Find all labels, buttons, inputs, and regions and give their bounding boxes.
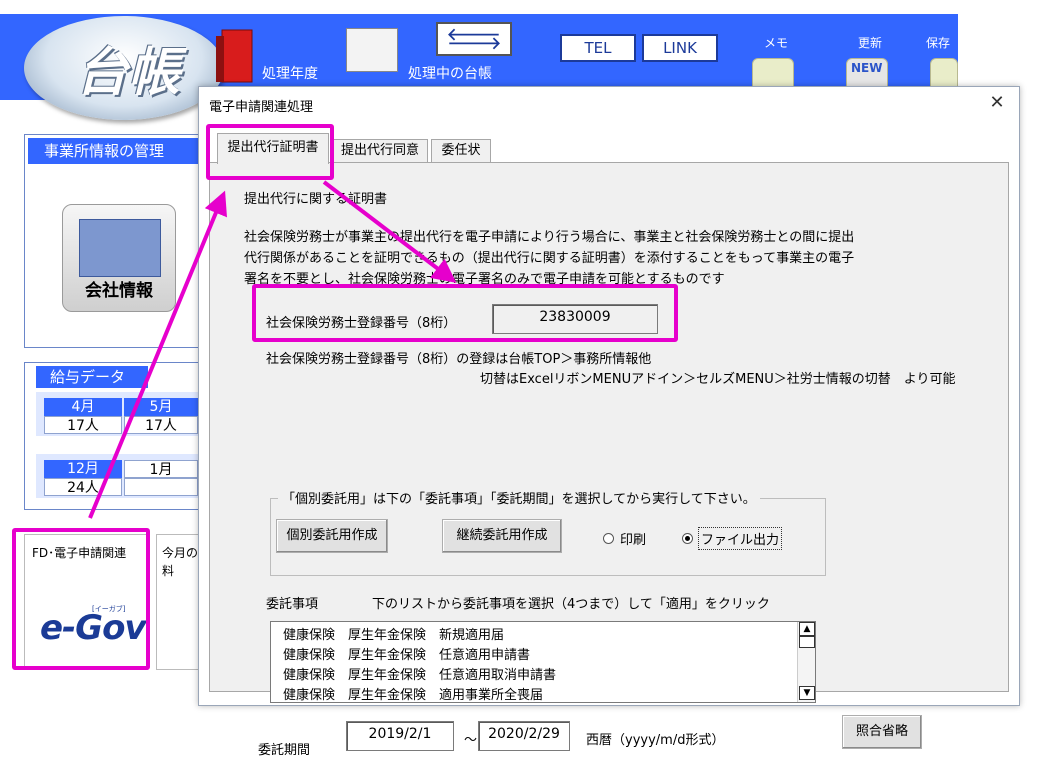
list-item[interactable]: 健康保険 厚生年金保険 任意適用取消申請書 (283, 664, 556, 683)
tab-submission-certificate[interactable]: 提出代行証明書 (217, 133, 329, 164)
registration-note: 社会保険労務士登録番号（8桁）の登録は台帳TOP＞事務所情報他 (266, 352, 652, 367)
continuous-create-button[interactable]: 継続委託用作成 (442, 519, 562, 553)
memo-label: メモ (764, 36, 789, 50)
month-cell[interactable]: 5月 (124, 398, 198, 416)
fd-label: FD･電子申請関連 (32, 546, 127, 560)
count-cell (124, 478, 198, 496)
print-radio-label[interactable]: 印刷 (620, 529, 646, 548)
section-heading: 提出代行に関する証明書 (244, 192, 388, 207)
period-start-field[interactable]: 2019/2/1 (346, 721, 454, 751)
egov-logo[interactable]: e-Gov (40, 608, 147, 648)
month-cell[interactable]: 1月 (124, 460, 198, 478)
period-format-hint: 西暦（yyyy/m/d形式） (586, 733, 725, 748)
listbox-scrollbar[interactable]: ▲ ▼ (797, 622, 815, 702)
monthly-label: 今月の料 (162, 546, 199, 578)
items-instruction: 下のリストから委託事項を選択（4つまで）して「適用」をクリック (372, 597, 770, 612)
registration-number-field[interactable]: 23830009 (492, 304, 658, 334)
tab-page: 提出代行に関する証明書 社会保険労務士が事業主の提出代行を電子申請により行う場合… (209, 162, 1009, 758)
items-listbox[interactable]: 健康保険 厚生年金保険 新規適用届 健康保険 厚生年金保険 任意適用申請書 健康… (270, 621, 816, 703)
dialog-title: 電子申請関連処理 (209, 100, 314, 115)
update-label: 更新 (858, 36, 883, 50)
count-cell: 24人 (44, 478, 122, 496)
list-item[interactable]: 健康保険 厚生年金保険 新規適用届 (283, 624, 504, 643)
skip-verification-button[interactable]: 照合省略 (842, 715, 922, 749)
scroll-thumb[interactable] (799, 636, 815, 648)
period-label: 委託期間 (258, 743, 311, 758)
period-separator: ～ (464, 733, 478, 748)
list-item[interactable]: 健康保険 厚生年金保険 任意適用申請書 (283, 644, 530, 663)
scroll-down-icon[interactable]: ▼ (799, 686, 815, 700)
scroll-up-icon[interactable]: ▲ (799, 622, 815, 636)
tab-submission-consent[interactable]: 提出代行同意書 (332, 139, 428, 180)
description-line: 署名を不要とし、社会保険労務士の電子署名のみで電子申請を可能とするものです (244, 272, 725, 287)
group-legend: 「個別委託用」は下の「委託事項」「委託期間」を選択してから実行して下さい。 (278, 488, 760, 507)
salary-header: 給与データ (36, 366, 148, 388)
calendar-icon[interactable] (346, 28, 398, 72)
count-cell: 17人 (124, 416, 198, 434)
company-label[interactable]: 会社情報 (62, 276, 176, 301)
e-application-dialog: 電子申請関連処理 ✕ 提出代行証明書 提出代行同意書 委任状 提出代行に関する証… (198, 86, 1020, 758)
description-line: 代行関係があることを証明できるもの（提出代行に関する証明書）を添付することをもっ… (244, 251, 855, 266)
book-icon[interactable] (214, 26, 258, 86)
year-label[interactable]: 処理年度 (262, 63, 318, 83)
tel-button[interactable]: TEL (560, 34, 636, 62)
registration-label: 社会保険労務士登録番号（8桁） (266, 316, 457, 331)
logo-text: 台帳 (75, 42, 180, 103)
close-icon[interactable]: ✕ (983, 91, 1011, 115)
switch-arrows-icon[interactable] (436, 22, 512, 56)
file-output-radio[interactable] (682, 533, 693, 544)
month-cell[interactable]: 12月 (44, 460, 122, 478)
items-label: 委託事項 (266, 597, 319, 612)
description-line: 社会保険労務士が事業主の提出代行を電子申請により行う場合に、事業主と社会保険労務… (244, 230, 855, 245)
office-header: 事業所情報の管理 (28, 138, 198, 164)
save-label: 保存 (926, 36, 951, 50)
period-end-field[interactable]: 2020/2/29 (478, 721, 570, 751)
month-cell[interactable]: 4月 (44, 398, 122, 416)
new-badge: NEW (851, 61, 883, 75)
file-output-radio-label[interactable]: ファイル出力 (698, 527, 783, 550)
link-button[interactable]: LINK (642, 34, 718, 62)
print-radio[interactable] (603, 533, 614, 544)
individual-create-button[interactable]: 個別委託用作成 (276, 519, 388, 553)
count-cell: 17人 (44, 416, 122, 434)
list-item[interactable]: 健康保険 厚生年金保険 適用事業所全喪届 (283, 684, 543, 702)
registration-switch-note: 切替はExcelリボンMENUアドイン＞セルズMENU＞社労士情報の切替 より可… (480, 372, 956, 387)
tab-power-of-attorney[interactable]: 委任状 (431, 139, 491, 164)
current-ledger-label[interactable]: 処理中の台帳 (408, 63, 492, 83)
